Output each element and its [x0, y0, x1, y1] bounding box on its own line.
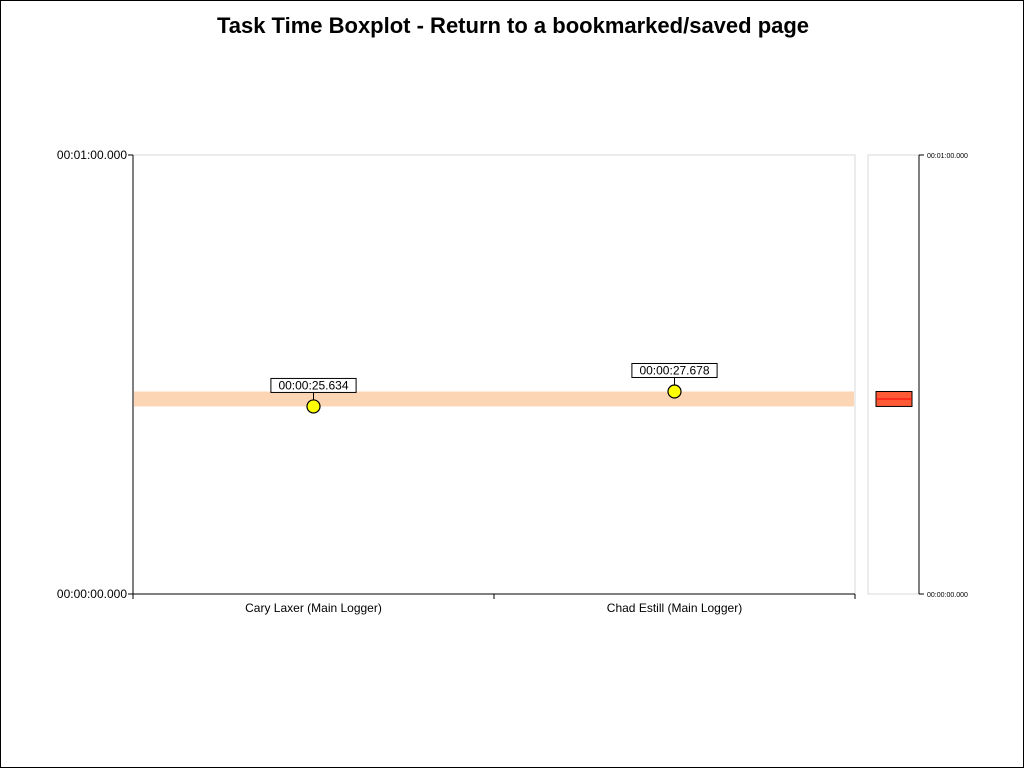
chart-canvas: 00:00:00.000 00:01:00.000 Cary Laxer (Main…: [57, 148, 968, 615]
data-point: [306, 399, 321, 414]
box-plot-area: 00:01:00.000 00:00:00.000: [867, 153, 968, 599]
range-band: [134, 391, 854, 407]
y-tick-label: 00:01:00.000: [57, 148, 127, 162]
data-label: 00:00:27.678: [639, 363, 709, 377]
data-label: 00:00:25.634: [278, 378, 348, 392]
main-plot-area: 00:00:00.000 00:01:00.000 Cary Laxer (Main…: [57, 148, 856, 615]
plot-border: [132, 154, 856, 595]
x-tick-label: Chad Estill (Main Logger): [607, 601, 742, 615]
y-tick-label: 00:00:00.000: [57, 587, 127, 601]
box-y-tick-label: 00:00:00.000: [927, 592, 968, 599]
data-point: [667, 384, 682, 399]
chart-frame: Task Time Boxplot - Return to a bookmark…: [0, 0, 1024, 768]
box-plot-border: [867, 154, 920, 595]
x-tick-label: Cary Laxer (Main Logger): [245, 601, 382, 615]
box-y-tick-label: 00:01:00.000: [927, 153, 968, 160]
